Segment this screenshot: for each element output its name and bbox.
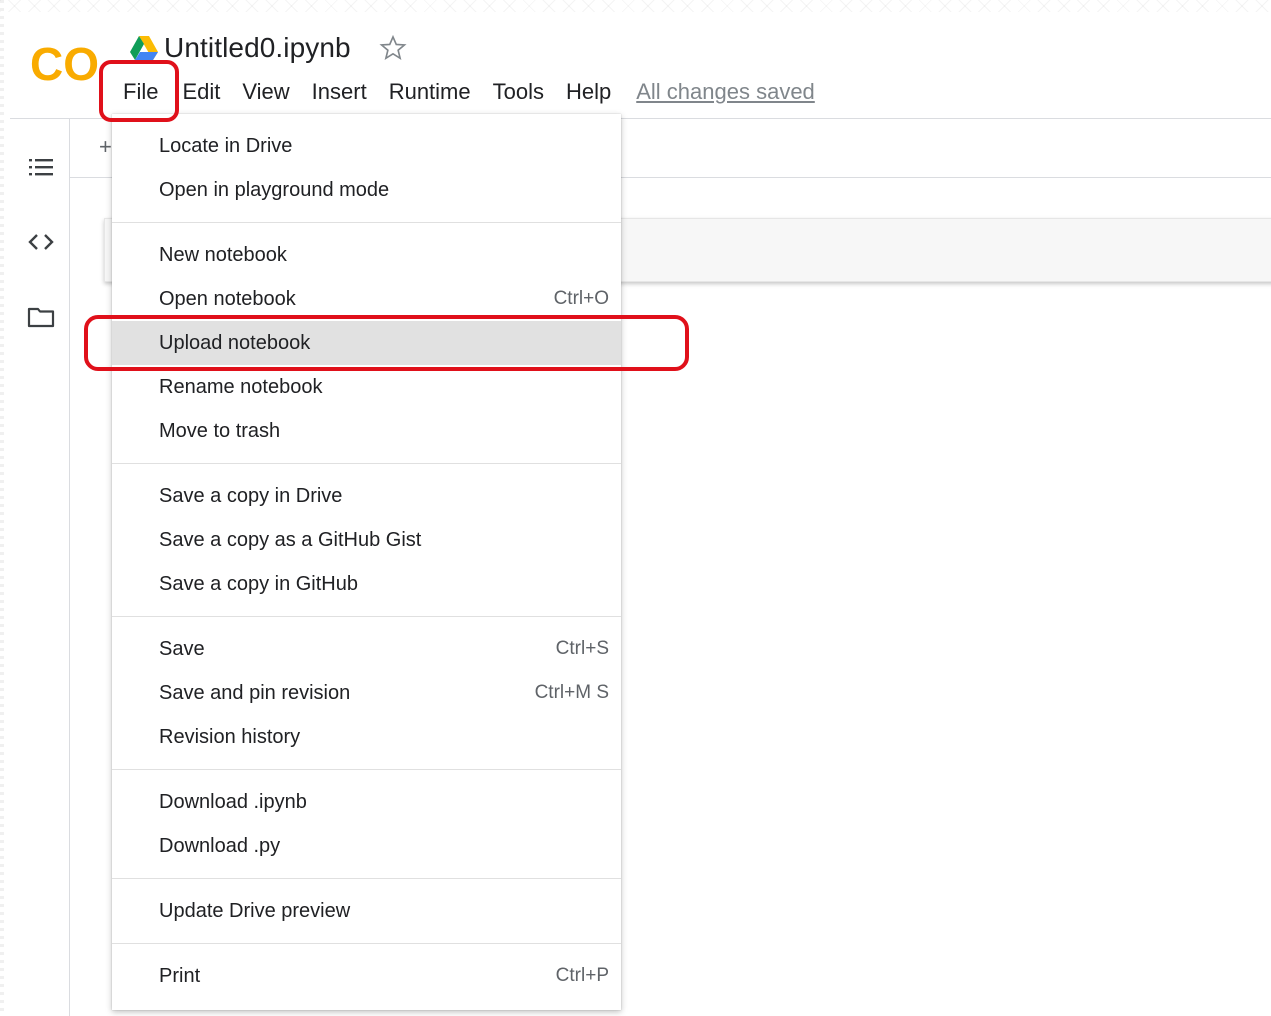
menu-help[interactable]: Help xyxy=(555,74,622,110)
menu-separator xyxy=(112,878,621,879)
menu-item-open-notebook[interactable]: Open notebook Ctrl+O xyxy=(112,277,621,321)
menu-item-label: Open notebook xyxy=(159,287,296,310)
notebook-title[interactable]: Untitled0.ipynb xyxy=(164,32,351,64)
star-outline-icon[interactable] xyxy=(379,34,407,62)
menu-item-label: Save a copy in GitHub xyxy=(159,572,358,595)
menu-view[interactable]: View xyxy=(231,74,300,110)
menu-item-print[interactable]: Print Ctrl+P xyxy=(112,954,621,998)
menu-item-revision-history[interactable]: Revision history xyxy=(112,715,621,759)
menu-item-shortcut: Ctrl+O xyxy=(553,288,609,309)
menu-item-shortcut: Ctrl+S xyxy=(555,638,609,659)
menu-runtime[interactable]: Runtime xyxy=(378,74,482,110)
colab-logo-text: CO xyxy=(30,38,99,88)
menu-item-label: Open in playground mode xyxy=(159,178,390,201)
menubar: File Edit View Insert Runtime Tools Help… xyxy=(110,74,815,110)
menu-item-label: Move to trash xyxy=(159,419,281,442)
files-folder-icon[interactable] xyxy=(26,302,56,332)
menu-item-label: Upload notebook xyxy=(159,331,311,354)
menu-item-update-drive-preview[interactable]: Update Drive preview xyxy=(112,889,621,933)
menu-item-label: Save and pin revision xyxy=(159,681,351,704)
left-sidebar xyxy=(0,119,70,1016)
menu-item-save-copy-github-gist[interactable]: Save a copy as a GitHub Gist xyxy=(112,518,621,562)
menu-item-shortcut: Ctrl+M S xyxy=(534,682,609,703)
menu-file[interactable]: File xyxy=(110,74,171,110)
menu-item-rename-notebook[interactable]: Rename notebook xyxy=(112,365,621,409)
menu-item-upload-notebook[interactable]: Upload notebook xyxy=(112,321,621,365)
table-of-contents-icon[interactable] xyxy=(26,153,56,183)
menu-separator xyxy=(112,222,621,223)
google-drive-icon[interactable] xyxy=(130,35,158,61)
menu-separator xyxy=(112,943,621,944)
menu-item-save-copy-in-github[interactable]: Save a copy in GitHub xyxy=(112,562,621,606)
menu-item-shortcut: Ctrl+P xyxy=(555,965,609,986)
menu-item-label: Rename notebook xyxy=(159,375,323,398)
save-status-link[interactable]: All changes saved xyxy=(636,79,815,105)
file-menu-dropdown: Locate in Drive Open in playground mode … xyxy=(112,114,621,1010)
menu-separator xyxy=(112,463,621,464)
add-cell-button[interactable]: + xyxy=(99,134,112,160)
decorative-top-strip xyxy=(0,0,1271,12)
menu-item-label: Revision history xyxy=(159,725,301,748)
colab-logo[interactable]: CO xyxy=(30,38,100,88)
menu-tools[interactable]: Tools xyxy=(482,74,555,110)
menu-edit[interactable]: Edit xyxy=(171,74,231,110)
menu-item-move-to-trash[interactable]: Move to trash xyxy=(112,409,621,453)
menu-item-save-copy-in-drive[interactable]: Save a copy in Drive xyxy=(112,474,621,518)
menu-item-label: Locate in Drive xyxy=(159,134,293,157)
menu-separator xyxy=(112,769,621,770)
menu-item-label: Update Drive preview xyxy=(159,899,351,922)
menu-separator xyxy=(112,616,621,617)
menu-item-new-notebook[interactable]: New notebook xyxy=(112,233,621,277)
menu-item-label: Download .py xyxy=(159,834,281,857)
menu-item-label: Print xyxy=(159,964,201,987)
colab-page: CO Untitled0.ipynb File Edit View Insert… xyxy=(0,0,1271,1016)
menu-item-label: Save xyxy=(159,637,205,660)
menu-item-locate-in-drive[interactable]: Locate in Drive xyxy=(112,124,621,168)
menu-item-label: New notebook xyxy=(159,243,287,266)
menu-item-save[interactable]: Save Ctrl+S xyxy=(112,627,621,671)
menu-item-label: Save a copy as a GitHub Gist xyxy=(159,528,422,551)
menu-item-label: Download .ipynb xyxy=(159,790,307,813)
code-snippets-icon[interactable] xyxy=(26,227,56,257)
menu-item-download-py[interactable]: Download .py xyxy=(112,824,621,868)
menu-item-open-in-playground-mode[interactable]: Open in playground mode xyxy=(112,168,621,212)
menu-insert[interactable]: Insert xyxy=(301,74,378,110)
menu-item-download-ipynb[interactable]: Download .ipynb xyxy=(112,780,621,824)
menu-item-save-and-pin-revision[interactable]: Save and pin revision Ctrl+M S xyxy=(112,671,621,715)
title-row: Untitled0.ipynb xyxy=(130,28,407,68)
menu-item-label: Save a copy in Drive xyxy=(159,484,343,507)
